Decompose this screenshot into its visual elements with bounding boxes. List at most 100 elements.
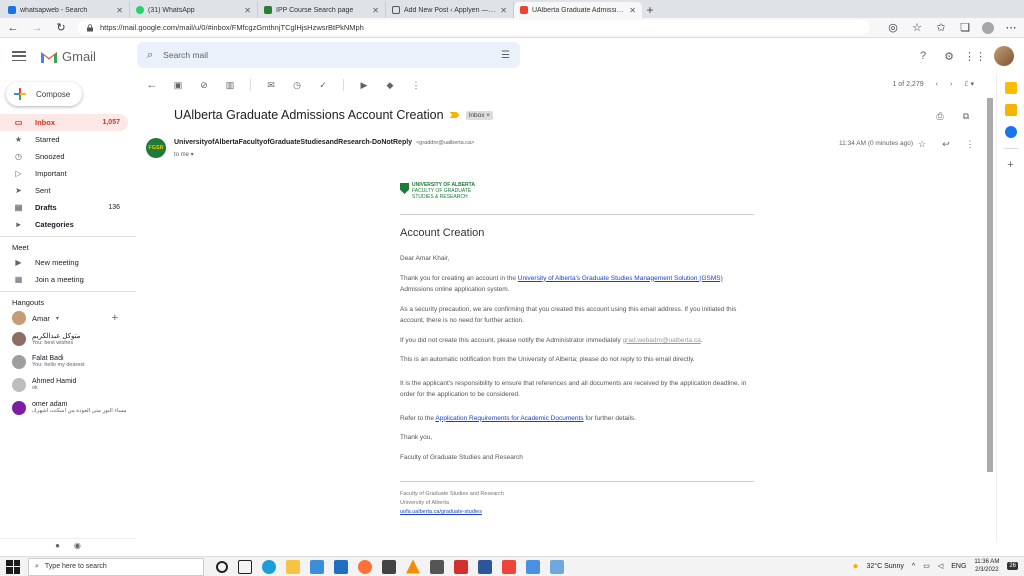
compose-button[interactable]: Compose bbox=[6, 82, 82, 106]
cortana-icon[interactable] bbox=[216, 560, 228, 573]
file-explorer-icon[interactable] bbox=[286, 559, 300, 574]
label-tag-icon[interactable]: ◆ bbox=[384, 79, 396, 91]
inbox-label-chip[interactable]: Inbox × bbox=[465, 110, 494, 120]
browser-profile-avatar[interactable] bbox=[982, 21, 994, 34]
clock[interactable]: 11:36 AM 2/3/2022 bbox=[974, 558, 999, 574]
hangouts-contact[interactable]: متوكل عبدالكريم You: best wishes bbox=[0, 327, 128, 350]
hangouts-contact[interactable]: Ahmed Hamid ok bbox=[0, 373, 128, 396]
sidebar-item-snoozed[interactable]: ◷ Snoozed bbox=[0, 148, 128, 165]
browser-tab[interactable]: (31) WhatsApp ✕ bbox=[130, 2, 258, 18]
report-spam-icon[interactable]: ⊘ bbox=[198, 79, 210, 91]
close-tab-icon[interactable]: ✕ bbox=[244, 6, 251, 15]
tasks-icon[interactable] bbox=[1004, 126, 1017, 138]
chevron-down-icon[interactable]: ▾ bbox=[56, 315, 59, 322]
archive-icon[interactable]: ▣ bbox=[172, 79, 184, 91]
delete-icon[interactable]: ▥ bbox=[224, 79, 236, 91]
requirements-link[interactable]: Application Requirements for Academic Do… bbox=[435, 415, 583, 422]
chat-bubble-icon[interactable]: ◉ bbox=[74, 541, 81, 550]
close-tab-icon[interactable]: ✕ bbox=[116, 6, 123, 15]
close-tab-icon[interactable]: ✕ bbox=[372, 6, 379, 15]
more-vert-icon[interactable]: ⋮ bbox=[964, 138, 976, 150]
input-tools-icon[interactable]: ℰ ▾ bbox=[964, 80, 974, 88]
star-icon[interactable]: ☆ bbox=[916, 138, 928, 150]
add-addon-icon[interactable]: + bbox=[1005, 159, 1017, 171]
sidebar-item-drafts[interactable]: ▤ Drafts 136 bbox=[0, 199, 128, 216]
anydesk-icon[interactable] bbox=[502, 559, 516, 574]
settings-gear-icon[interactable]: ⚙ bbox=[942, 49, 956, 63]
graduate-studies-link[interactable]: uofa.ualberta.ca/graduate-studies bbox=[400, 509, 482, 515]
language-indicator[interactable]: ENG bbox=[951, 563, 966, 570]
sidebar-item-sent[interactable]: ➤ Sent bbox=[0, 182, 128, 199]
newer-chevron-icon[interactable]: ‹ bbox=[936, 81, 938, 88]
back-arrow-icon[interactable]: ← bbox=[6, 21, 20, 35]
join-meeting-item[interactable]: ▦ Join a meeting bbox=[0, 271, 128, 288]
close-tab-icon[interactable]: ✕ bbox=[629, 6, 636, 15]
sidebar-item-starred[interactable]: ★ Starred bbox=[0, 131, 128, 148]
forward-arrow-icon[interactable]: → bbox=[30, 21, 44, 35]
pdf-icon[interactable] bbox=[454, 559, 468, 574]
taskbar-search-input[interactable]: Type here to search bbox=[45, 563, 107, 570]
url-field[interactable]: https://mail.google.com/mail/u/0/#inbox/… bbox=[78, 20, 870, 35]
browser-tab[interactable]: IPP Course Search page ✕ bbox=[258, 2, 386, 18]
add-to-tasks-icon[interactable]: ✓ bbox=[317, 79, 329, 91]
app-icon[interactable] bbox=[526, 559, 540, 574]
reply-icon[interactable]: ↩ bbox=[940, 138, 952, 150]
calendar-icon[interactable] bbox=[1004, 82, 1017, 94]
windows-start-icon[interactable] bbox=[6, 559, 20, 574]
close-tab-icon[interactable]: ✕ bbox=[500, 6, 507, 15]
older-chevron-icon[interactable]: › bbox=[950, 81, 952, 88]
collections-icon[interactable]: ❏ bbox=[958, 21, 972, 35]
back-to-inbox-icon[interactable]: ← bbox=[146, 79, 158, 91]
app-icon[interactable] bbox=[550, 559, 564, 574]
hangouts-contact[interactable]: Falat Badi You: hello my dearest bbox=[0, 350, 128, 373]
browser-tab[interactable]: Add New Post ‹ Applyen — Wo… ✕ bbox=[386, 2, 514, 18]
mark-unread-icon[interactable]: ✉ bbox=[265, 79, 277, 91]
bookmark-star-icon[interactable]: ☆ bbox=[910, 21, 924, 35]
more-options-icon[interactable]: ⋮ bbox=[410, 79, 422, 91]
sidebar-item-important[interactable]: ▷ Important bbox=[0, 165, 128, 182]
task-view-icon[interactable] bbox=[238, 559, 252, 574]
edge-icon[interactable] bbox=[262, 559, 276, 574]
search-mail-bar[interactable]: ⌕ Search mail ☰ bbox=[137, 42, 520, 68]
admin-email-link[interactable]: grad.webadm@ualberta.ca bbox=[623, 337, 701, 344]
scrollbar[interactable] bbox=[986, 96, 994, 542]
weather-text[interactable]: 32°C Sunny bbox=[866, 563, 903, 570]
taskbar-search[interactable]: ⌕ Type here to search bbox=[28, 557, 204, 576]
search-options-icon[interactable]: ☰ bbox=[501, 50, 510, 61]
important-marker-icon[interactable] bbox=[449, 112, 460, 118]
firefox-icon[interactable] bbox=[358, 559, 372, 574]
print-icon[interactable]: ⎙ bbox=[934, 110, 946, 122]
scrollbar-thumb[interactable] bbox=[987, 98, 993, 472]
favorites-icon[interactable]: ✩ bbox=[934, 21, 948, 35]
more-menu-icon[interactable]: ⋯ bbox=[1004, 21, 1018, 35]
store-icon[interactable] bbox=[310, 559, 324, 574]
new-tab-button[interactable]: + bbox=[642, 2, 658, 18]
gmail-logo[interactable]: Gmail bbox=[40, 49, 134, 64]
recipients-toggle[interactable]: to me ▾ bbox=[174, 151, 194, 158]
refresh-icon[interactable]: ↻ bbox=[54, 21, 68, 35]
search-input[interactable]: Search mail bbox=[163, 50, 491, 60]
volume-icon[interactable]: ◁ bbox=[938, 562, 943, 570]
hangouts-contact[interactable]: omer adam مساء النور متى العودة من اسكتت … bbox=[0, 396, 128, 419]
eye-icon[interactable]: ◎ bbox=[886, 21, 900, 35]
vlc-icon[interactable] bbox=[406, 559, 420, 574]
sender-name[interactable]: UniversityofAlbertaFacultyofGraduateStud… bbox=[174, 139, 412, 146]
account-avatar[interactable] bbox=[994, 46, 1014, 66]
snooze-icon[interactable]: ◷ bbox=[291, 79, 303, 91]
add-chat-icon[interactable]: + bbox=[112, 312, 118, 324]
browser-tab-active[interactable]: UAlberta Graduate Admissions A ✕ bbox=[514, 2, 642, 18]
search-icon[interactable]: ⌕ bbox=[147, 49, 153, 62]
person-icon[interactable]: ● bbox=[55, 541, 60, 550]
apps-grid-icon[interactable]: ⋮⋮ bbox=[964, 49, 986, 63]
browser-tab[interactable]: whatsapweb - Search ✕ bbox=[2, 2, 130, 18]
mail-icon[interactable] bbox=[334, 559, 348, 574]
help-icon[interactable]: ? bbox=[916, 49, 930, 63]
hangouts-user[interactable]: Amar ▾ + bbox=[0, 309, 128, 327]
media-icon[interactable] bbox=[430, 559, 444, 574]
tray-chevron-icon[interactable]: ^ bbox=[912, 563, 915, 570]
keep-icon[interactable] bbox=[1004, 104, 1017, 116]
move-to-icon[interactable]: ▶ bbox=[358, 79, 370, 91]
camera-icon[interactable] bbox=[382, 559, 396, 574]
gsms-link[interactable]: University of Alberta's Graduate Studies… bbox=[518, 275, 723, 282]
notifications-icon[interactable]: 26 bbox=[1007, 562, 1018, 570]
